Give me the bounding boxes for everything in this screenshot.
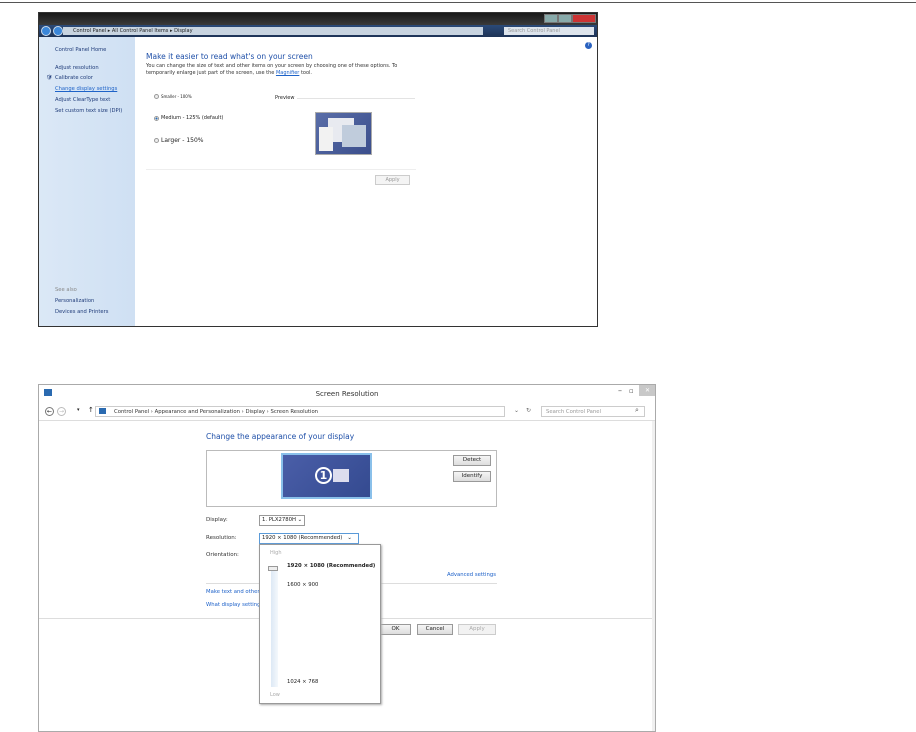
title-bar — [39, 13, 597, 25]
monitor-number: 1 — [315, 467, 332, 484]
search-input[interactable]: Search Control Panel — [541, 406, 645, 417]
display-settings-link[interactable]: What display setting — [206, 602, 260, 608]
advanced-settings-link[interactable]: Advanced settings — [447, 572, 496, 578]
search-icon: ⌕ — [635, 406, 639, 414]
up-icon[interactable]: ↑ — [88, 406, 94, 414]
resolution-option[interactable]: 1600 × 900 — [287, 582, 318, 588]
low-label: Low — [270, 692, 280, 698]
back-icon[interactable] — [41, 26, 51, 36]
resolution-option[interactable]: 1024 × 768 — [287, 679, 318, 685]
option-medium[interactable]: Medium - 125% (default) — [154, 115, 223, 121]
shield-icon: 🛡 — [46, 75, 53, 81]
radio[interactable] — [154, 94, 159, 99]
recent-dropdown-icon[interactable]: ▾ — [77, 407, 80, 413]
value: 1. PLX2780H — [262, 517, 296, 523]
close-button[interactable] — [572, 14, 596, 23]
preview-window — [319, 127, 333, 151]
resolution-select[interactable]: 1920 × 1080 (Recommended) ⌄ — [259, 533, 359, 544]
divider — [146, 169, 416, 170]
resolution-slider-track[interactable] — [271, 567, 278, 687]
radio[interactable] — [154, 138, 159, 143]
resolution-dropdown: High 1920 × 1080 (Recommended) 1600 × 90… — [259, 544, 381, 704]
history-dropdown-icon[interactable]: ⌄ — [514, 407, 519, 414]
ok-button[interactable]: OK — [380, 624, 411, 635]
breadcrumb[interactable]: Control Panel ▸ All Control Panel Items … — [63, 27, 483, 35]
display-label: Display: — [206, 517, 228, 523]
maximize-button[interactable] — [558, 14, 572, 23]
preview-image — [315, 112, 372, 155]
minimize-button[interactable] — [544, 14, 558, 23]
resolution-label: Resolution: — [206, 535, 237, 541]
display-select[interactable]: 1. PLX2780H ⌄ — [259, 515, 305, 526]
monitor-window-graphic — [333, 469, 349, 482]
preview-label: Preview — [275, 95, 295, 101]
crumb: Appearance and Personalization — [154, 409, 240, 415]
window-title: Screen Resolution — [315, 390, 379, 398]
label: Smaller - 100% — [161, 94, 192, 99]
identify-button[interactable]: Identify — [453, 471, 491, 482]
divider — [39, 420, 655, 421]
page-rule — [0, 2, 916, 3]
value: 1920 × 1080 (Recommended) — [262, 535, 343, 541]
preview-window — [342, 125, 366, 147]
scrollbar[interactable] — [652, 421, 655, 731]
sidebar-item[interactable]: Set custom text size (DPI) — [55, 108, 122, 114]
screen-resolution-window-win8: Screen Resolution – ▫ ✕ ← → ▾ ↑ Control … — [38, 384, 656, 732]
forward-icon[interactable] — [53, 26, 63, 36]
help-icon[interactable]: ? — [585, 42, 592, 49]
detect-button[interactable]: Detect — [453, 455, 491, 466]
control-panel-icon — [99, 408, 106, 414]
maximize-button[interactable]: ▫ — [629, 387, 634, 395]
high-label: High — [270, 550, 282, 556]
sidebar: Control Panel Home Adjust resolution 🛡 C… — [39, 37, 135, 326]
label: Medium - 125% (default) — [161, 115, 224, 121]
forward-icon[interactable]: → — [57, 407, 66, 416]
sidebar-item[interactable]: Devices and Printers — [55, 309, 108, 315]
minimize-button[interactable]: – — [618, 386, 622, 395]
sidebar-item[interactable]: Calibrate color — [55, 75, 93, 81]
resolution-slider-thumb[interactable] — [268, 566, 278, 571]
sidebar-item[interactable]: Adjust ClearType text — [55, 97, 110, 103]
apply-button[interactable]: Apply — [458, 624, 496, 635]
sidebar-home[interactable]: Control Panel Home — [55, 47, 106, 53]
option-smaller[interactable]: Smaller - 100% — [154, 94, 192, 99]
page-heading: Make it easier to read what's on your sc… — [146, 52, 313, 61]
option-larger[interactable]: Larger - 150% — [154, 137, 203, 144]
crumb: Control Panel — [73, 28, 107, 34]
label: Larger - 150% — [161, 137, 204, 144]
magnifier-link[interactable]: Magnifier — [276, 70, 299, 76]
crumb: All Control Panel Items — [111, 28, 169, 34]
crumb: Display — [174, 28, 193, 34]
apply-button[interactable]: Apply — [375, 175, 410, 185]
sidebar-item[interactable]: Adjust resolution — [55, 65, 99, 71]
page-heading: Change the appearance of your display — [206, 432, 355, 441]
display-window-win7: Control Panel ▸ All Control Panel Items … — [38, 12, 598, 327]
crumb: Screen Resolution — [270, 409, 319, 415]
sidebar-item[interactable]: Personalization — [55, 298, 94, 304]
divider — [297, 98, 415, 99]
monitor-1[interactable]: 1 — [281, 453, 372, 499]
refresh-icon[interactable]: ↻ — [526, 407, 531, 414]
text: You can change the size of text and othe… — [146, 63, 398, 76]
radio[interactable] — [154, 115, 159, 121]
sidebar-item[interactable]: Change display settings — [55, 86, 117, 92]
see-also-label: See also — [55, 287, 77, 293]
resolution-option[interactable]: 1920 × 1080 (Recommended) — [287, 563, 375, 569]
cancel-button[interactable]: Cancel — [417, 624, 453, 635]
close-button[interactable]: ✕ — [639, 385, 655, 396]
orientation-label: Orientation: — [206, 552, 239, 558]
search-input[interactable]: Search Control Panel — [504, 27, 594, 35]
back-icon[interactable]: ← — [45, 407, 54, 416]
text: tool. — [299, 70, 313, 76]
crumb: Control Panel — [114, 409, 150, 415]
make-text-link[interactable]: Make text and other — [206, 589, 260, 595]
breadcrumb[interactable]: Control Panel › Appearance and Personali… — [95, 406, 505, 417]
description: You can change the size of text and othe… — [146, 63, 426, 77]
crumb: Display — [245, 409, 265, 415]
